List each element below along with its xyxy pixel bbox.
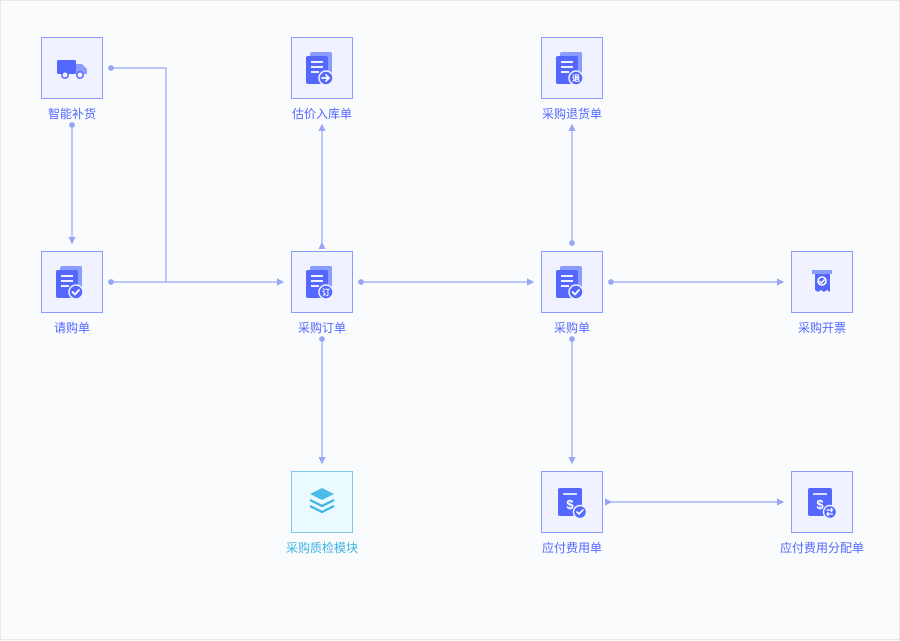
doc-check-icon [54,264,90,300]
node-label: 采购退货单 [542,105,602,122]
node-label: 应付费用单 [542,539,602,556]
doc-swap-icon: $ [804,484,840,520]
svg-text:订: 订 [322,287,330,297]
node-est-warehouse[interactable]: 估价入库单 [291,37,353,107]
doc-arrow-icon [304,50,340,86]
node-payable-fee[interactable]: $ 应付费用单 [541,471,603,541]
node-label: 采购订单 [298,319,346,336]
doc-return-icon: 退 [554,50,590,86]
doc-money-icon: $ [554,484,590,520]
node-label: 应付费用分配单 [780,539,864,556]
node-payable-alloc[interactable]: $ 应付费用分配单 [791,471,853,541]
doc-tag-icon: 订 [304,264,340,300]
node-label: 智能补货 [48,105,96,122]
connectors-layer [1,1,900,641]
node-label: 采购单 [554,319,590,336]
node-purchase-qc[interactable]: 采购质检模块 [291,471,353,541]
node-label: 请购单 [54,319,90,336]
truck-icon [54,50,90,86]
doc-check-icon [554,264,590,300]
svg-text:退: 退 [572,74,580,83]
node-label: 采购开票 [798,319,846,336]
stack-icon [304,484,340,520]
receipt-icon [804,264,840,300]
node-purchase-invoice[interactable]: 采购开票 [791,251,853,321]
node-purchase-sheet[interactable]: 采购单 [541,251,603,321]
node-label: 估价入库单 [292,105,352,122]
node-purchase-order[interactable]: 订 采购订单 [291,251,353,321]
node-smart-replenish[interactable]: 智能补货 [41,37,103,107]
node-purchase-request[interactable]: 请购单 [41,251,103,321]
connector [111,68,166,282]
node-purchase-return[interactable]: 退 采购退货单 [541,37,603,107]
node-label: 采购质检模块 [286,539,358,556]
